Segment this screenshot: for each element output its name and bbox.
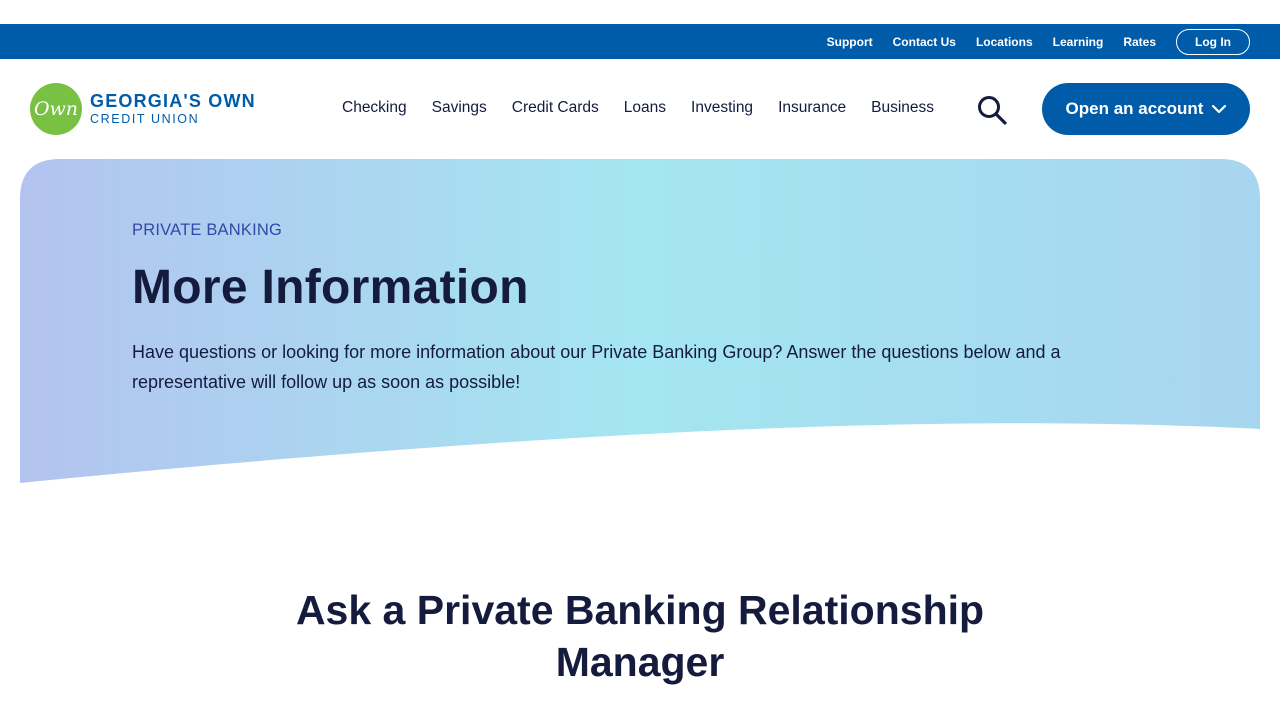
chevron-down-icon	[1212, 104, 1227, 113]
page-title: More Information	[132, 261, 529, 314]
nav-loans[interactable]: Loans	[624, 99, 666, 117]
primary-nav-links: Checking Savings Credit Cards Loans Inve…	[342, 99, 959, 117]
utility-link-rates[interactable]: Rates	[1123, 35, 1156, 49]
nav-investing[interactable]: Investing	[691, 99, 753, 117]
hero-content: PRIVATE BANKING More Information Have qu…	[132, 221, 1092, 397]
utility-link-locations[interactable]: Locations	[976, 35, 1033, 49]
login-button[interactable]: Log In	[1176, 28, 1250, 55]
logo-name: GEORGIA'S OWN	[90, 91, 256, 112]
hero-eyebrow: PRIVATE BANKING	[132, 221, 283, 239]
utility-bar: Support Contact Us Locations Learning Ra…	[0, 24, 1280, 59]
nav-savings[interactable]: Savings	[432, 99, 487, 117]
open-account-label: Open an account	[1065, 99, 1204, 118]
logo-badge: Own	[30, 83, 82, 135]
section-title: Ask a Private Banking Relationship Manag…	[295, 587, 985, 685]
logo-subtitle: CREDIT UNION	[90, 112, 200, 127]
search-icon	[978, 96, 1007, 125]
utility-link-contact-us[interactable]: Contact Us	[893, 35, 956, 49]
nav-business[interactable]: Business	[871, 99, 934, 117]
nav-insurance[interactable]: Insurance	[778, 99, 846, 117]
utility-link-learning[interactable]: Learning	[1053, 35, 1104, 49]
hero-banner: PRIVATE BANKING More Information Have qu…	[20, 159, 1260, 489]
main-navigation: Own GEORGIA'S OWN CREDIT UNION Checking …	[0, 59, 1280, 159]
top-spacer	[0, 0, 1280, 24]
hero-description: Have questions or looking for more infor…	[132, 342, 1061, 392]
nav-checking[interactable]: Checking	[342, 99, 407, 117]
logo-wordmark: GEORGIA'S OWN CREDIT UNION	[90, 92, 256, 126]
utility-link-support[interactable]: Support	[827, 35, 873, 49]
open-account-button[interactable]: Open an account	[1042, 83, 1250, 135]
search-button[interactable]	[976, 95, 1008, 125]
nav-credit-cards[interactable]: Credit Cards	[512, 99, 599, 117]
brand-logo[interactable]: Own GEORGIA'S OWN CREDIT UNION	[30, 83, 256, 135]
